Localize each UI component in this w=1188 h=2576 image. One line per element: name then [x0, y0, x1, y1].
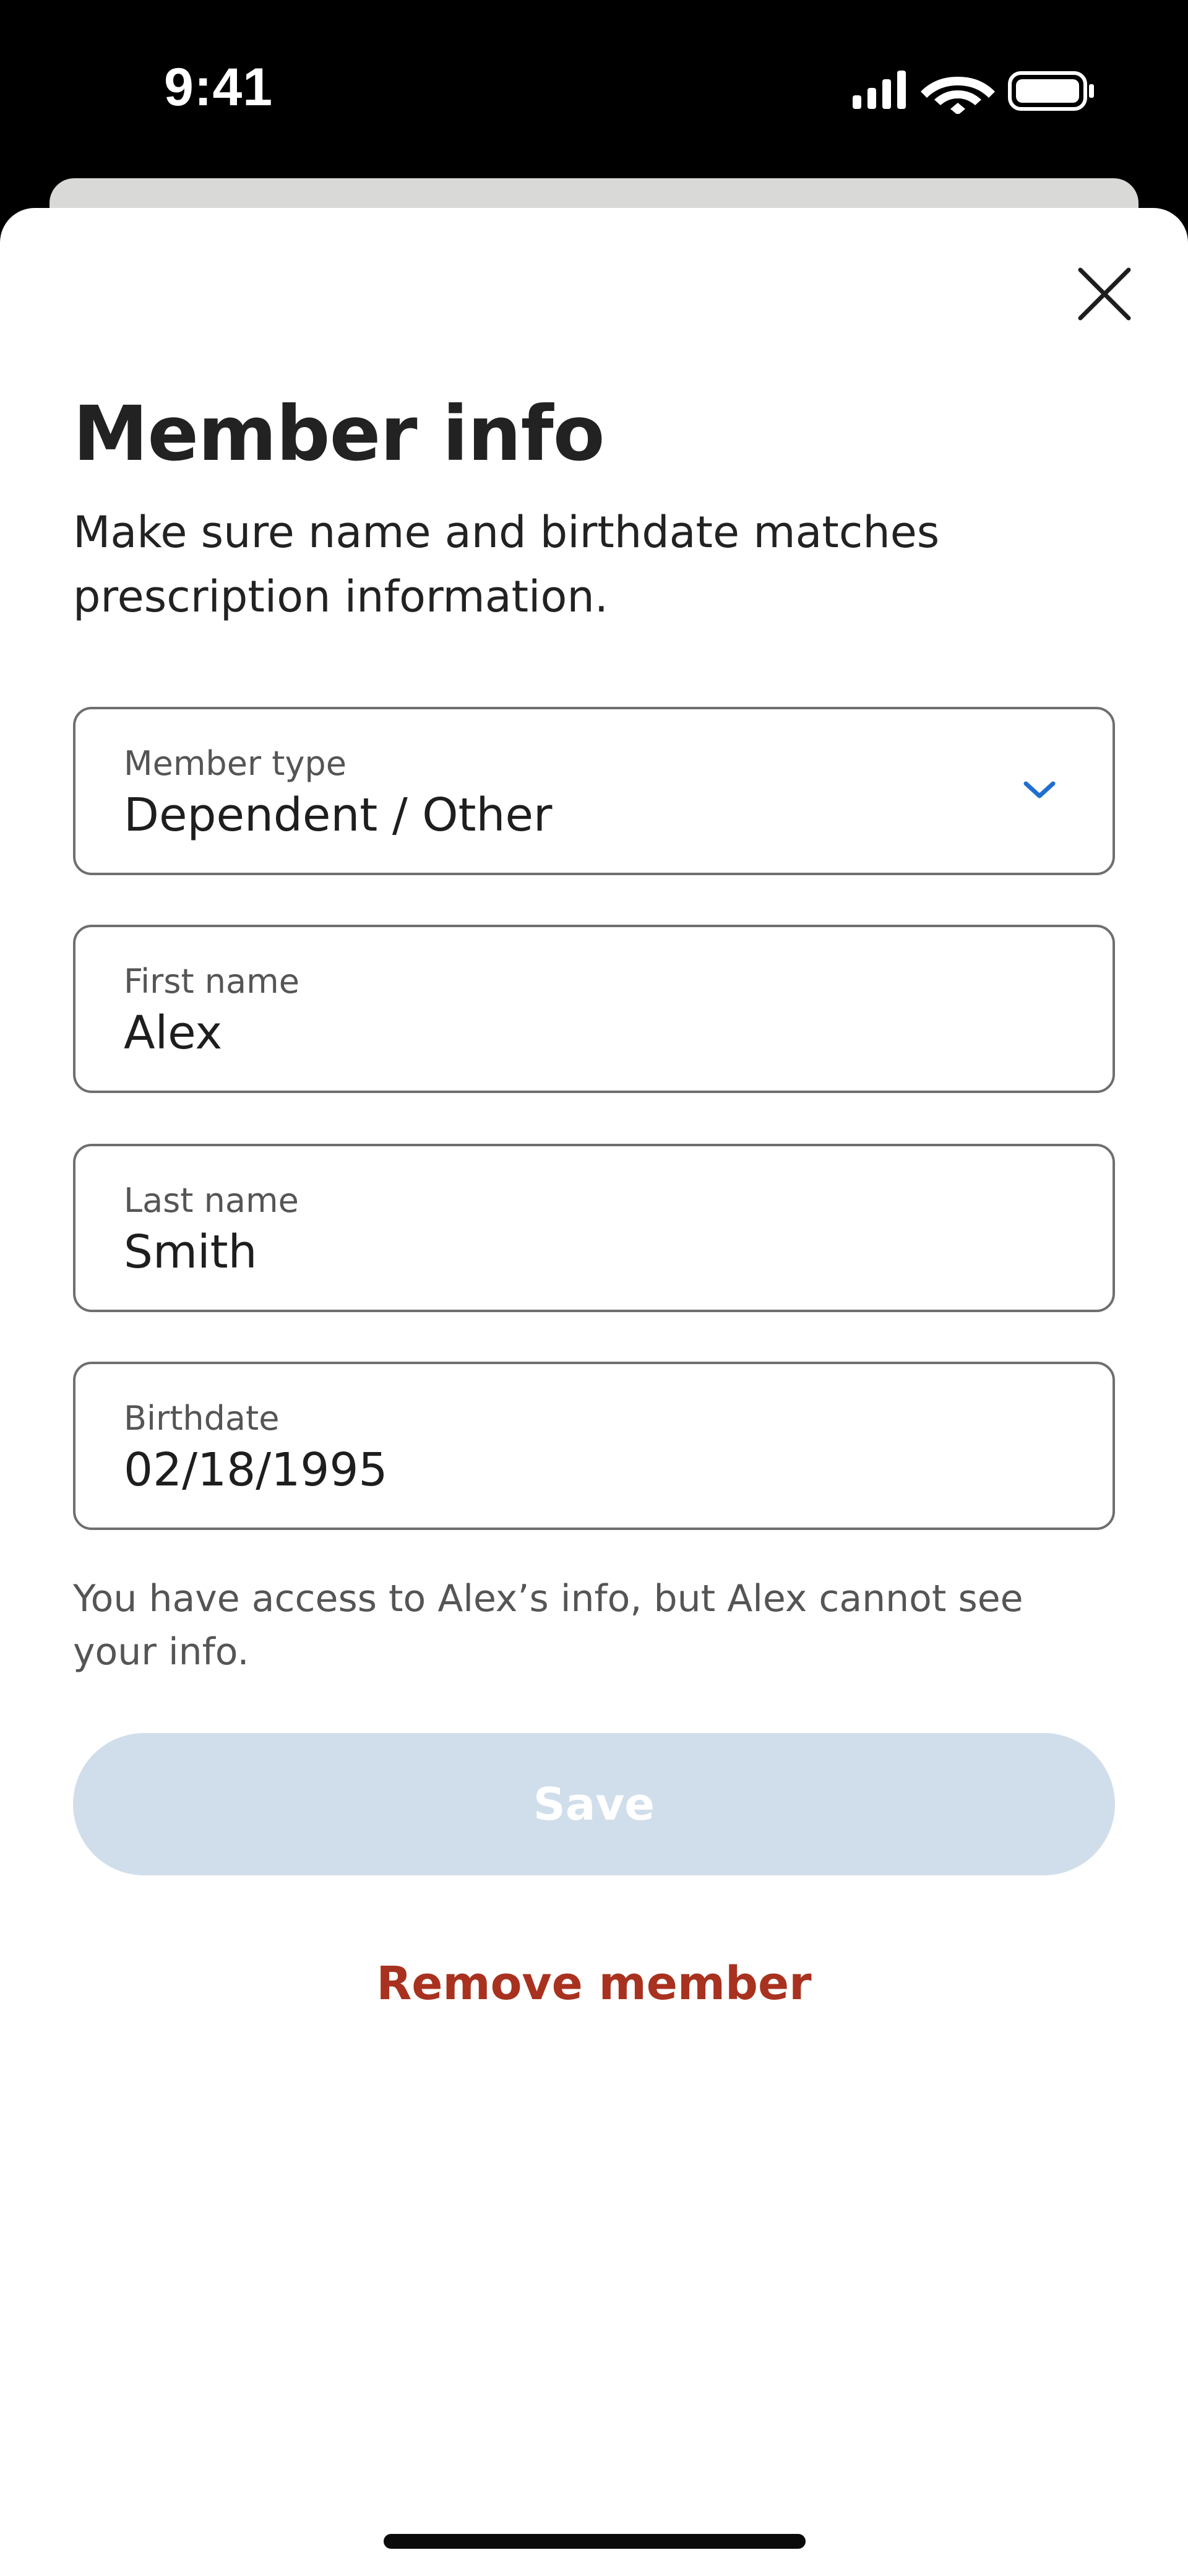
page-subtitle: Make sure name and birthdate matches pre… — [73, 507, 940, 622]
member-type-label: Member type — [124, 744, 346, 783]
save-button[interactable]: Save — [73, 1733, 1115, 1875]
close-icon — [1078, 267, 1131, 321]
first-name-value: Alex — [124, 1006, 223, 1060]
status-bar: 9:41 — [0, 0, 1188, 179]
wifi-icon — [921, 77, 995, 115]
page-title: Member info — [73, 390, 605, 478]
last-name-value: Smith — [124, 1225, 257, 1279]
status-icons-graphic — [853, 71, 1094, 115]
birthdate-label: Birthdate — [124, 1399, 280, 1438]
last-name-label: Last name — [124, 1181, 299, 1220]
birthdate-field[interactable]: Birthdate 02/18/1995 — [73, 1362, 1115, 1530]
cellular-signal-icon — [853, 71, 906, 109]
first-name-field[interactable]: First name Alex — [73, 925, 1115, 1093]
birthdate-value: 02/18/1995 — [124, 1443, 388, 1497]
remove-member-button[interactable]: Remove member — [285, 1950, 903, 2018]
access-note: You have access to Alex’s info, but Alex… — [73, 1577, 1023, 1674]
chevron-down-icon — [1023, 781, 1056, 798]
close-button[interactable] — [1070, 260, 1138, 328]
last-name-field[interactable]: Last name Smith — [73, 1144, 1115, 1312]
status-time: 9:41 — [164, 58, 273, 117]
battery-icon — [1008, 71, 1094, 111]
home-indicator — [384, 2534, 806, 2549]
member-type-select[interactable]: Member type Dependent / Other — [73, 707, 1115, 875]
status-icons — [848, 64, 1095, 115]
member-type-value: Dependent / Other — [124, 789, 553, 842]
first-name-label: First name — [124, 962, 299, 1001]
